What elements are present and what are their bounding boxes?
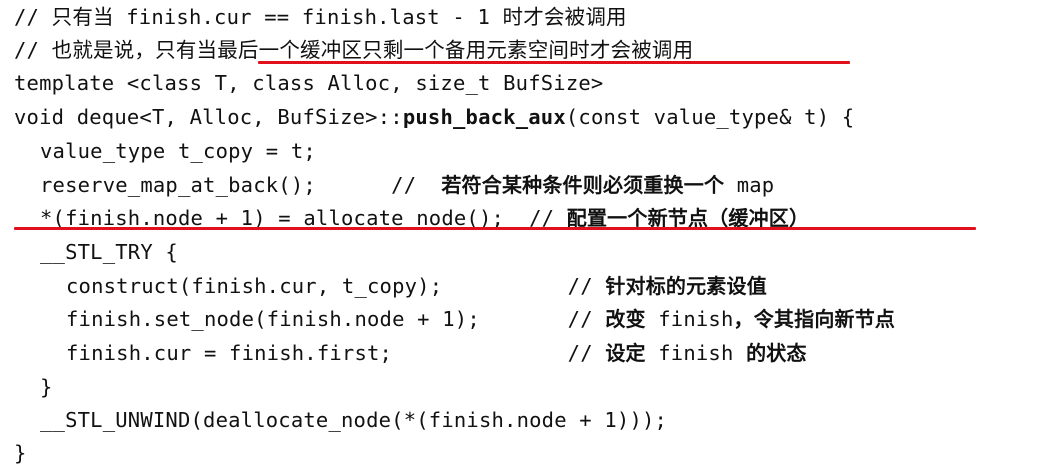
code-text: (const value_type& t) { <box>565 105 855 129</box>
code-line-function-close: } <box>14 436 27 470</box>
code-text: __STL_TRY { <box>40 240 178 264</box>
code-text: void deque<T, Alloc, BufSize>:: <box>14 105 403 129</box>
code-text: reserve_map_at_back(); // <box>40 173 442 197</box>
code-text: construct(finish.cur, t_copy); // <box>66 274 606 298</box>
red-underline-comment <box>258 61 850 64</box>
code-text: __STL_UNWIND(deallocate_node(*(finish.no… <box>40 408 668 432</box>
code-comment-text: 若符合某种条件则必须重换一个 <box>441 173 725 197</box>
code-line-template-decl: template <class T, class Alloc, size_t B… <box>14 66 603 100</box>
code-line-set-node-stmt: finish.set_node(finish.node + 1); // 改变 … <box>66 302 895 336</box>
code-line-try-close: } <box>40 370 53 404</box>
code-line-function-signature: void deque<T, Alloc, BufSize>::push_back… <box>14 100 854 134</box>
code-line-try-open: __STL_TRY { <box>40 235 178 269</box>
code-comment-text: 改变 <box>605 307 646 331</box>
code-text: finish <box>645 307 734 331</box>
red-underline-allocate <box>14 227 976 230</box>
code-line-comment-1: // 只有当 finish.cur == finish.last - 1 时才会… <box>14 0 627 34</box>
code-text: // 只有当 finish.cur == finish.last - 1 时才会… <box>14 5 627 29</box>
code-comment-text: 的状态 <box>746 341 807 365</box>
code-text: } <box>14 441 27 465</box>
code-text: finish.set_node(finish.node + 1); // <box>66 307 606 331</box>
code-text: finish.cur = finish.first; // <box>66 341 606 365</box>
code-line-reserve-stmt: reserve_map_at_back(); // 若符合某种条件则必须重换一个… <box>40 168 774 202</box>
code-listing: // 只有当 finish.cur == finish.last - 1 时才会… <box>0 0 1054 470</box>
code-line-copy-stmt: value_type t_copy = t; <box>40 134 316 168</box>
code-line-cur-first-stmt: finish.cur = finish.first; // 设定 finish … <box>66 336 807 370</box>
code-text: value_type t_copy = t; <box>40 139 316 163</box>
code-text: // 也就是说，只有当最后一个缓冲区只剩一个备用元素空间时才会被调用 <box>14 38 694 62</box>
code-comment-text: ，令其指向新节点 <box>733 307 896 331</box>
function-name: push_back_aux <box>402 105 566 129</box>
code-line-unwind-stmt: __STL_UNWIND(deallocate_node(*(finish.no… <box>40 403 667 437</box>
code-text: finish <box>645 341 747 365</box>
code-line-construct-stmt: construct(finish.cur, t_copy); // 针对标的元素… <box>66 269 767 303</box>
code-comment-text: 针对标的元素设值 <box>605 274 767 298</box>
code-text: } <box>40 375 53 399</box>
code-text: template <class T, class Alloc, size_t B… <box>14 71 604 95</box>
code-text: map <box>724 173 775 197</box>
code-comment-text: 设定 <box>605 341 646 365</box>
